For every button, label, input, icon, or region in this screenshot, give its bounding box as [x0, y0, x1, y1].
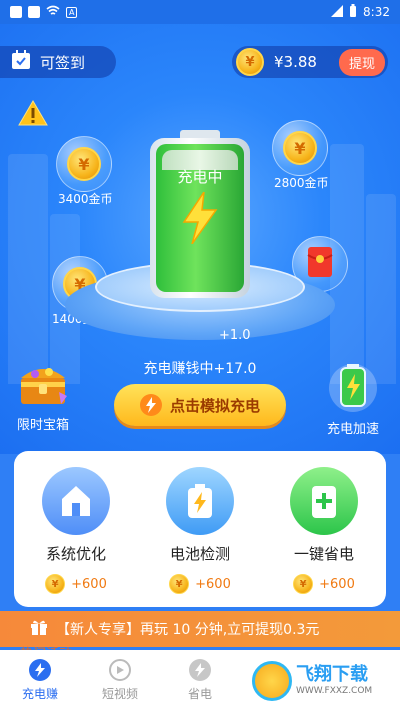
- lightning-icon: [180, 191, 220, 245]
- tool-reward: ¥ +600: [269, 574, 379, 594]
- gift-icon: [30, 618, 48, 640]
- calendar-icon: [10, 49, 32, 75]
- withdraw-button[interactable]: 提现: [338, 48, 385, 76]
- banner-text: 【新人专享】再玩 10 分钟,立可提现0.3元: [56, 622, 320, 638]
- wifi-icon: [46, 5, 60, 20]
- tool-reward-amount: +600: [195, 576, 231, 592]
- treasure-chest-icon: [15, 360, 71, 408]
- tool-title: 一键省电: [293, 545, 354, 563]
- status-time: 8:32: [363, 5, 390, 19]
- coin-bubble[interactable]: ¥: [56, 136, 112, 192]
- signal-icon: [331, 4, 344, 20]
- simulate-charge-label: 点击模拟充电: [169, 396, 260, 415]
- tab-label: 省电: [187, 687, 212, 701]
- play-icon: [109, 659, 131, 681]
- coin-icon: ¥: [45, 574, 66, 594]
- power-save-icon: [290, 467, 358, 535]
- tool-battery-check[interactable]: 电池检测 ¥ +600: [145, 467, 255, 607]
- tool-reward-amount: +600: [71, 576, 107, 592]
- battery-status-label: 充电中: [177, 168, 223, 186]
- tools-card: 系统优化 ¥ +600 电池检测 ¥ +600 一键省电 ¥ +600: [14, 451, 386, 607]
- coin-icon: ¥: [67, 147, 101, 181]
- tool-power-save[interactable]: 一键省电 ¥ +600: [269, 467, 379, 607]
- balance-amount: ¥3.88: [274, 53, 317, 71]
- battery-check-icon: [166, 467, 234, 535]
- site-watermark: 飞翔下载 WWW.FXXZ.COM: [252, 658, 392, 704]
- tool-title: 系统优化: [45, 545, 106, 563]
- coin-icon: ¥: [169, 574, 190, 594]
- float-reward: +1.0: [219, 328, 251, 343]
- tool-reward: ¥ +600: [21, 574, 131, 594]
- tab-label: 充电赚: [21, 687, 58, 701]
- speed-battery-icon: [325, 360, 381, 412]
- red-packet-icon: [307, 246, 333, 282]
- balance-pill: ¥ ¥3.88 提现: [232, 46, 388, 78]
- warning-icon[interactable]: [18, 100, 48, 126]
- coin-bubble[interactable]: ¥: [272, 120, 328, 176]
- coin-icon: ¥: [293, 574, 314, 594]
- tab-charge-earn[interactable]: 充电赚: [0, 659, 80, 702]
- tool-title: 电池检测: [169, 545, 230, 563]
- coin-bubble-label: 2800金币: [274, 176, 329, 190]
- background-building: [8, 154, 48, 384]
- watermark-logo-icon: [252, 661, 292, 701]
- signin-label: 可签到: [40, 53, 86, 72]
- background-building: [366, 194, 396, 384]
- notification-icon: [10, 6, 22, 18]
- sim-icon: A: [66, 6, 78, 18]
- simulate-charge-button[interactable]: 点击模拟充电: [114, 384, 286, 426]
- tab-label: 短视频: [101, 687, 138, 701]
- charge-speedup-button[interactable]: 充电加速: [318, 360, 388, 437]
- charge-speedup-label: 充电加速: [326, 422, 379, 437]
- status-bar: A 8:32: [0, 0, 400, 24]
- tab-short-video[interactable]: 短视频: [80, 659, 160, 702]
- house-icon: [42, 467, 110, 535]
- watermark-title: 飞翔下载: [296, 664, 368, 685]
- treasure-chest-button[interactable]: 限时宝箱: [10, 360, 76, 433]
- battery-status-icon: [349, 4, 357, 20]
- tool-system-optimize[interactable]: 系统优化 ¥ +600: [21, 467, 131, 607]
- coin-icon: ¥: [283, 131, 317, 165]
- treasure-chest-label: 限时宝箱: [16, 418, 69, 433]
- watermark-url: WWW.FXXZ.COM: [296, 686, 373, 696]
- tool-reward-amount: +600: [319, 576, 355, 592]
- coin-bubble-label: 3400金币: [58, 192, 113, 206]
- lightning-icon: [139, 394, 162, 416]
- tab-power-save[interactable]: 省电: [160, 659, 240, 702]
- lightning-shield-icon: [189, 659, 211, 681]
- notification-icon: [28, 6, 40, 18]
- signin-button[interactable]: 可签到: [0, 46, 116, 78]
- tool-reward: ¥ +600: [145, 574, 255, 594]
- battery-graphic: 充电中: [150, 130, 250, 300]
- coin-icon: ¥: [236, 48, 264, 76]
- lightning-shield-icon: [29, 659, 51, 681]
- newbie-banner[interactable]: 【新人专享】再玩 10 分钟,立可提现0.3元: [0, 611, 400, 647]
